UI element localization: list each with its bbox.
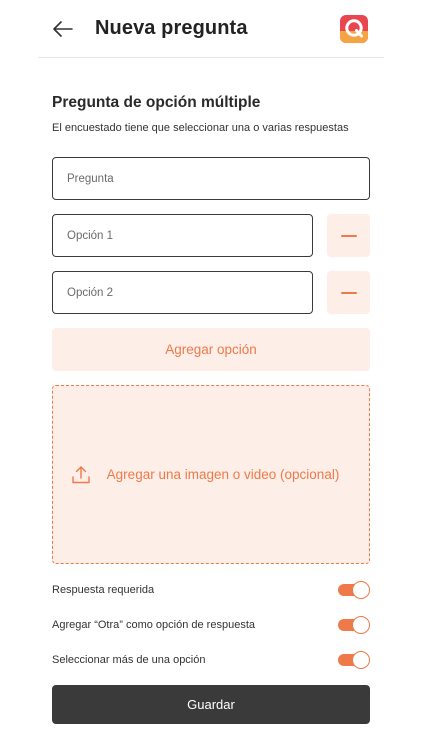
back-button[interactable] xyxy=(50,16,76,42)
setting-multiple-row: Seleccionar más de una opción xyxy=(52,650,370,670)
option-field-1[interactable] xyxy=(52,214,313,257)
page-title: Nueva pregunta xyxy=(95,17,248,39)
add-option-button[interactable]: Agregar opción xyxy=(52,328,370,371)
setting-other-toggle[interactable] xyxy=(338,616,370,634)
setting-multiple-toggle[interactable] xyxy=(338,651,370,669)
header-divider xyxy=(38,57,384,58)
minus-icon xyxy=(340,291,357,294)
media-upload-area[interactable]: Agregar una imagen o video (opcional) xyxy=(52,385,370,564)
setting-required-row: Respuesta requerida xyxy=(52,580,370,600)
question-type-subtitle: El encuestado tiene que seleccionar una … xyxy=(52,122,349,134)
setting-other-row: Agregar “Otra” como opción de respuesta xyxy=(52,615,370,635)
question-field[interactable] xyxy=(52,157,370,200)
setting-multiple-label: Seleccionar más de una opción xyxy=(52,654,206,666)
option-input-1[interactable] xyxy=(67,229,312,242)
setting-required-toggle[interactable] xyxy=(338,581,370,599)
toggle-knob xyxy=(352,581,370,599)
arrow-left-icon xyxy=(53,21,73,37)
option-field-2[interactable] xyxy=(52,271,313,314)
minus-icon xyxy=(340,234,357,237)
toggle-knob xyxy=(352,651,370,669)
option-input-2[interactable] xyxy=(67,286,312,299)
setting-required-label: Respuesta requerida xyxy=(52,584,155,596)
question-input[interactable] xyxy=(67,172,369,185)
upload-icon xyxy=(71,465,90,483)
remove-option-1-button[interactable] xyxy=(327,214,370,257)
app-header: Nueva pregunta xyxy=(0,0,422,58)
question-type-title: Pregunta de opción múltiple xyxy=(52,94,261,111)
save-button[interactable]: Guardar xyxy=(52,685,370,724)
remove-option-2-button[interactable] xyxy=(327,271,370,314)
app-logo-icon xyxy=(340,15,368,43)
toggle-knob xyxy=(352,616,370,634)
upload-label: Agregar una imagen o video (opcional) xyxy=(106,467,340,482)
setting-other-label: Agregar “Otra” como opción de respuesta xyxy=(52,619,255,631)
